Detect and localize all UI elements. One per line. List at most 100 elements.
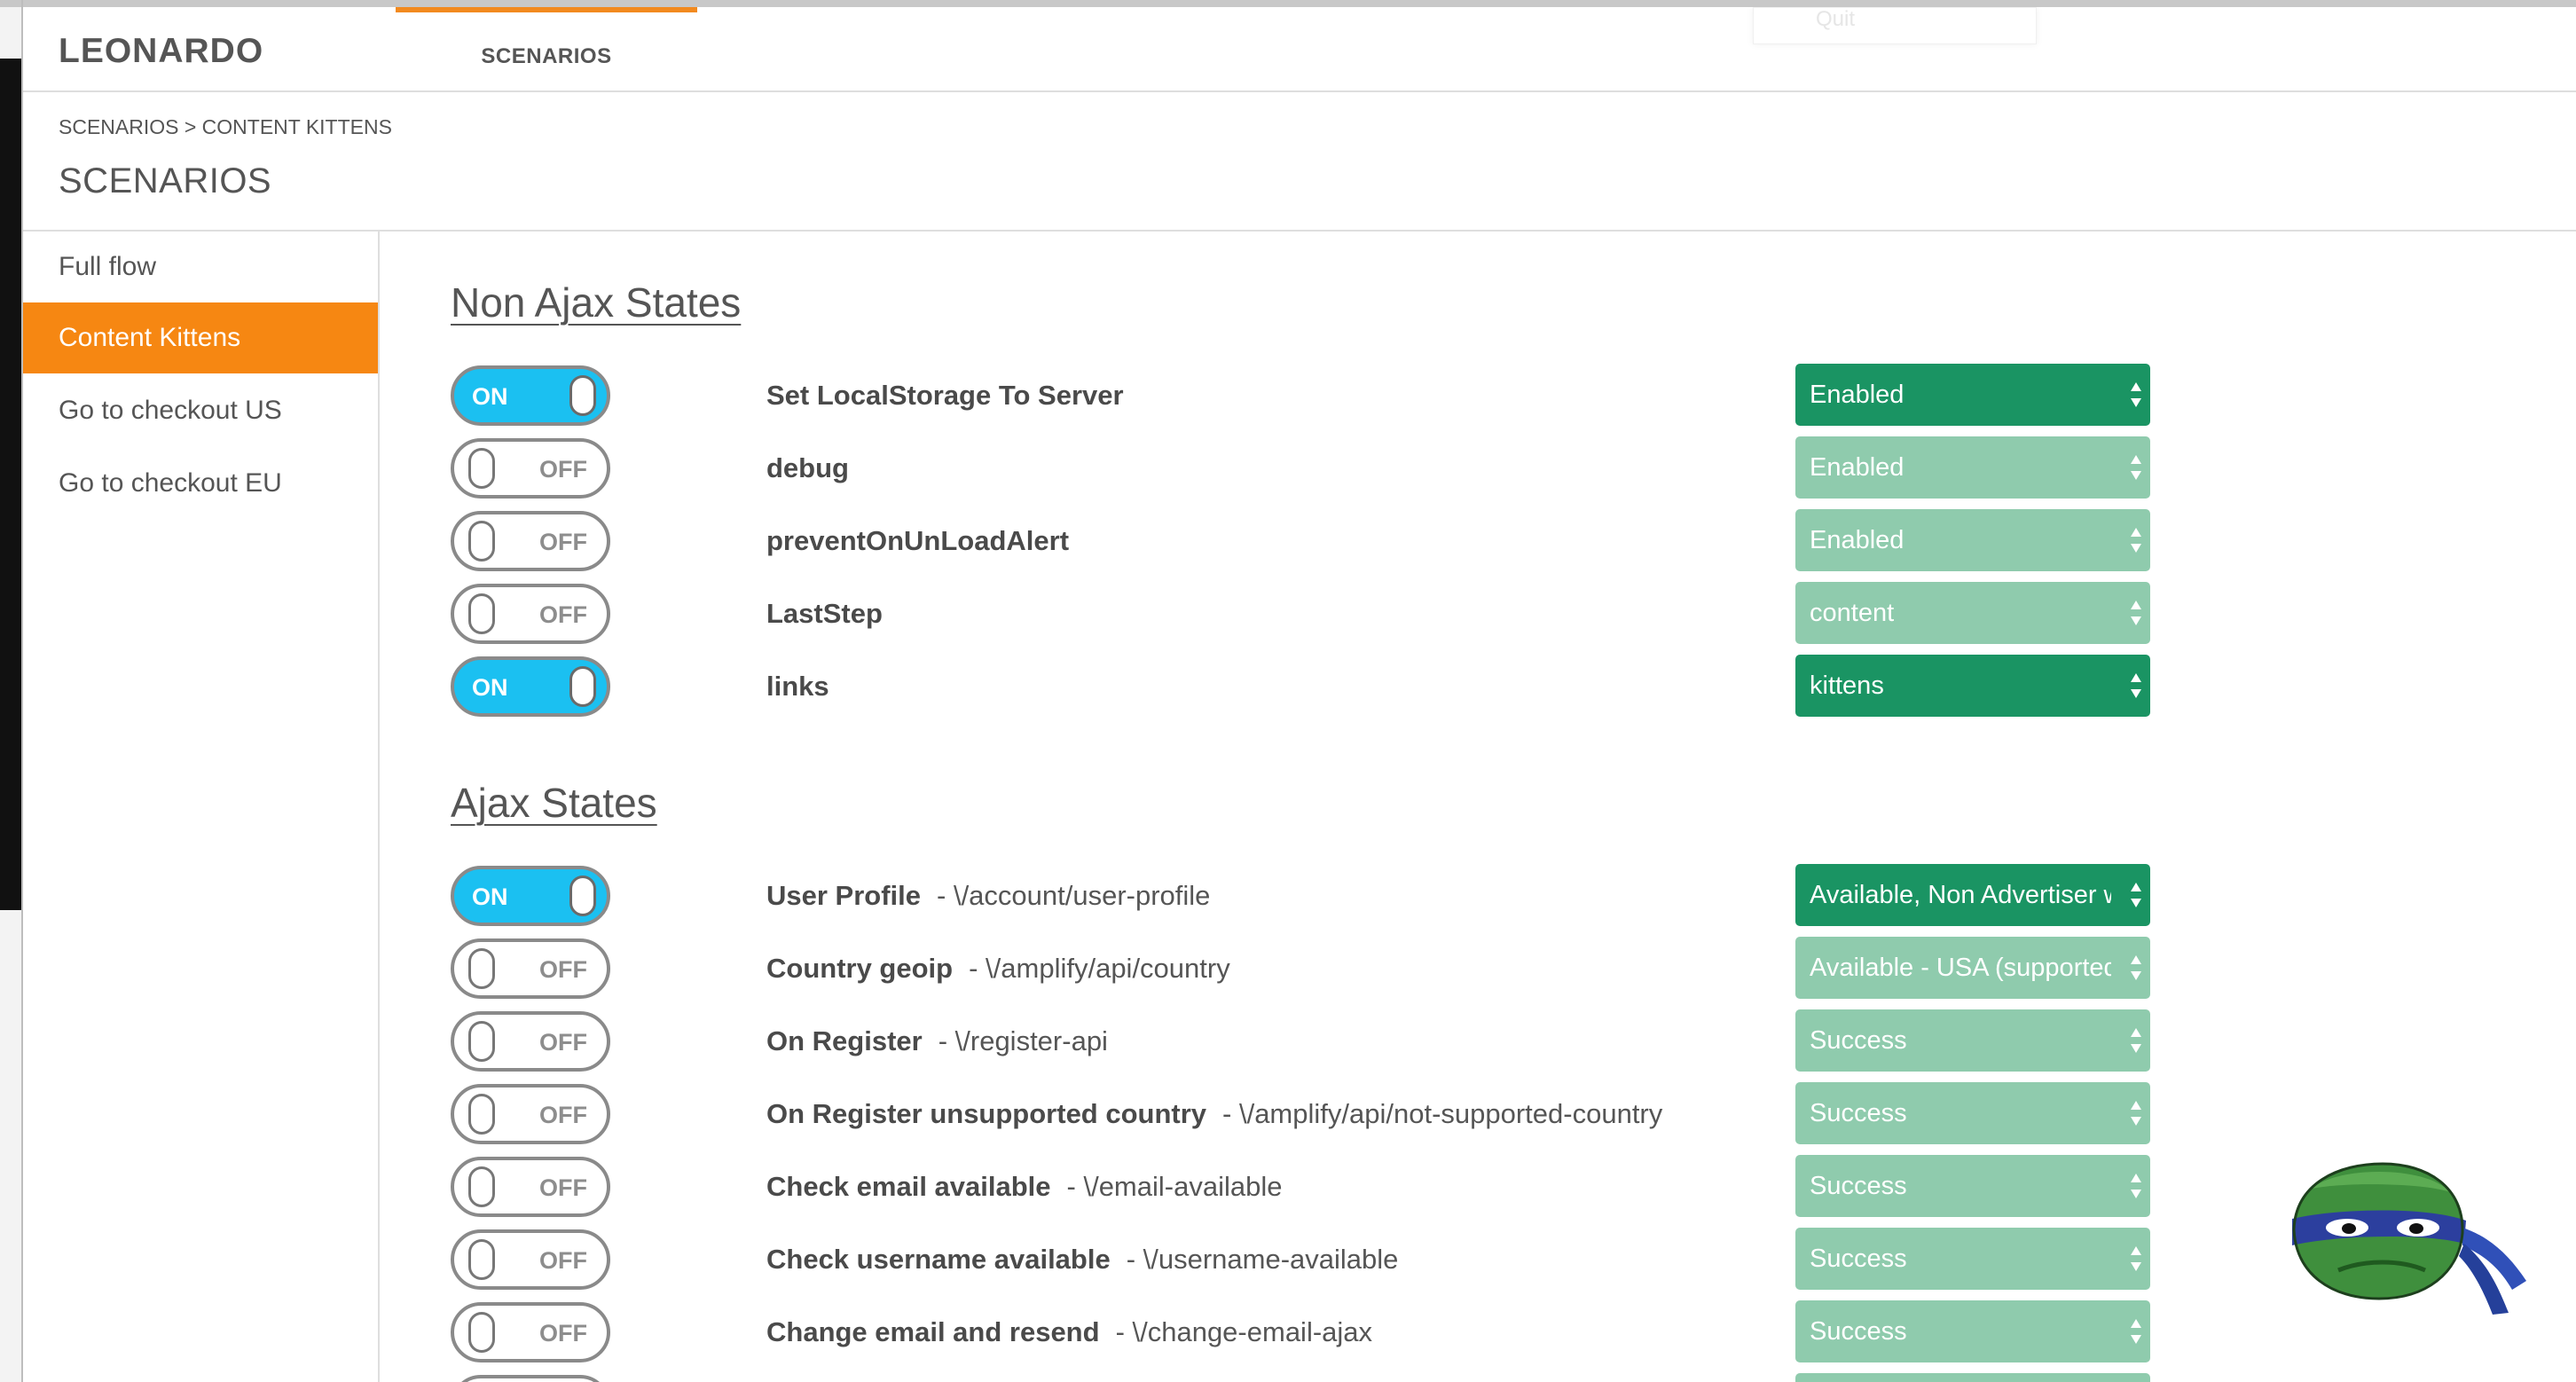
state-name: Country geoip	[766, 953, 954, 984]
ajax-section-title: Ajax States	[451, 780, 657, 826]
tab-scenarios[interactable]: SCENARIOS	[396, 7, 697, 90]
toggle-knob	[468, 1166, 495, 1207]
toggle-text: OFF	[539, 1174, 587, 1201]
header-divider	[23, 230, 2576, 232]
non-ajax-section-title: Non Ajax States	[451, 279, 742, 326]
toggle-knob	[468, 1021, 495, 1062]
state-value-select[interactable]: Available, Non Advertiser w	[1795, 864, 2150, 926]
select-arrows-icon	[2131, 1174, 2141, 1198]
sidebar-item-full-flow[interactable]: Full flow	[23, 232, 378, 302]
top-header: LEONARDO SCENARIOS Quit	[23, 7, 2576, 92]
state-toggle[interactable]: OFF	[451, 938, 610, 999]
state-row: OFF preventOnUnLoadAlert Enabled	[451, 509, 2225, 575]
select-value: Available - USA (supported	[1810, 954, 2111, 982]
state-row: OFF On Register - \/register-api Success	[451, 1009, 2225, 1075]
state-row: ON User Profile - \/account/user-profile …	[451, 864, 2225, 930]
toggle-knob	[468, 521, 495, 561]
state-value-select[interactable]: Enabled	[1795, 509, 2150, 571]
select-arrows-icon	[2131, 673, 2141, 698]
sidebar-item-content-kittens[interactable]: Content Kittens	[23, 302, 378, 373]
state-value-select[interactable]: Success	[1795, 1155, 2150, 1217]
page-title: SCENARIOS	[59, 161, 272, 200]
select-value: Success	[1810, 1026, 1907, 1055]
state-value-select[interactable]: Enabled	[1795, 436, 2150, 499]
faint-header-button[interactable]: Quit	[1753, 7, 2037, 44]
state-toggle[interactable]: OFF	[451, 584, 610, 644]
toggle-knob	[468, 448, 495, 489]
select-arrows-icon	[2131, 1246, 2141, 1271]
app-window: LEONARDO SCENARIOS Quit SCENARIOS > CONT…	[23, 7, 2576, 1382]
toggle-text: OFF	[539, 456, 587, 483]
state-value-select[interactable]: Success	[1795, 1082, 2150, 1144]
endpoint-path: - \/account/user-profile	[937, 880, 1211, 911]
state-label: User Profile - \/account/user-profile	[766, 880, 1210, 912]
state-row-partial	[451, 1373, 2225, 1382]
state-label: LastStep	[766, 598, 883, 630]
select-value: Enabled	[1810, 381, 1905, 409]
state-toggle[interactable]: OFF	[451, 1157, 610, 1217]
select-value: Available, Non Advertiser w	[1810, 881, 2111, 909]
state-name: Set LocalStorage To Server	[766, 380, 1124, 411]
select-value: Success	[1810, 1317, 1907, 1346]
scenario-sidebar: Full flow Content Kittens Go to checkout…	[23, 232, 380, 1382]
toggle-knob	[569, 876, 596, 916]
state-toggle[interactable]: ON	[451, 365, 610, 426]
select-arrows-icon	[2131, 1319, 2141, 1344]
tab-scenarios-label: SCENARIOS	[481, 44, 612, 68]
state-value-select[interactable]: content	[1795, 582, 2150, 644]
state-row: OFF debug Enabled	[451, 436, 2225, 502]
state-value-select[interactable]: Available - USA (supported	[1795, 937, 2150, 999]
endpoint-path: - \/amplify/api/not-supported-country	[1222, 1098, 1663, 1129]
ninja-turtle-icon	[2292, 1162, 2526, 1315]
state-value-select[interactable]	[1795, 1373, 2150, 1382]
state-toggle[interactable]: OFF	[451, 1084, 610, 1144]
state-toggle[interactable]: OFF	[451, 1011, 610, 1072]
state-toggle[interactable]: OFF	[451, 511, 610, 571]
state-name: Check username available	[766, 1244, 1111, 1275]
state-name: LastStep	[766, 598, 883, 629]
state-row: OFF Check email available - \/email-avail…	[451, 1155, 2225, 1221]
state-toggle[interactable]: OFF	[451, 1302, 610, 1362]
state-value-select[interactable]: Success	[1795, 1300, 2150, 1362]
state-label: Set LocalStorage To Server	[766, 380, 1124, 412]
toggle-text: OFF	[539, 1320, 587, 1347]
state-label: Country geoip - \/amplify/api/country	[766, 953, 1230, 985]
select-value: content	[1810, 599, 1895, 627]
toggle-knob	[569, 666, 596, 707]
toggle-text: OFF	[539, 1102, 587, 1128]
state-value-select[interactable]: Success	[1795, 1228, 2150, 1290]
state-toggle[interactable]: OFF	[451, 438, 610, 499]
state-name: links	[766, 671, 829, 702]
state-row: OFF LastStep content	[451, 582, 2225, 648]
window-top-border	[0, 0, 2576, 7]
toggle-knob	[569, 375, 596, 416]
select-value: Enabled	[1810, 453, 1905, 482]
state-toggle[interactable]: OFF	[451, 1229, 610, 1290]
state-label: preventOnUnLoadAlert	[766, 525, 1069, 557]
toggle-text: ON	[472, 674, 508, 701]
state-value-select[interactable]: Success	[1795, 1009, 2150, 1072]
state-toggle[interactable]: ON	[451, 656, 610, 717]
state-label: Check username available - \/username-ava…	[766, 1244, 1398, 1276]
state-value-select[interactable]: kittens	[1795, 655, 2150, 717]
state-label: On Register - \/register-api	[766, 1025, 1108, 1057]
state-name: preventOnUnLoadAlert	[766, 525, 1070, 556]
select-value: Success	[1810, 1172, 1907, 1200]
endpoint-path: - \/register-api	[938, 1025, 1108, 1056]
toggle-knob	[468, 1239, 495, 1280]
select-value: Success	[1810, 1245, 1907, 1273]
state-toggle[interactable]	[451, 1375, 610, 1382]
sidebar-item-checkout-us[interactable]: Go to checkout US	[23, 375, 378, 446]
state-name: Change email and resend	[766, 1316, 1100, 1347]
state-toggle[interactable]: ON	[451, 866, 610, 926]
state-value-select[interactable]: Enabled	[1795, 364, 2150, 426]
state-row: OFF Change email and resend - \/change-em…	[451, 1300, 2225, 1366]
state-row: ON Set LocalStorage To Server Enabled	[451, 364, 2225, 429]
state-label: Change email and resend - \/change-email-…	[766, 1316, 1372, 1348]
toggle-text: OFF	[539, 956, 587, 983]
state-label: debug	[766, 452, 849, 484]
toggle-text: ON	[472, 383, 508, 410]
endpoint-path: - \/change-email-ajax	[1115, 1316, 1373, 1347]
state-label: On Register unsupported country - \/ampli…	[766, 1098, 1662, 1130]
sidebar-item-checkout-eu[interactable]: Go to checkout EU	[23, 448, 378, 519]
